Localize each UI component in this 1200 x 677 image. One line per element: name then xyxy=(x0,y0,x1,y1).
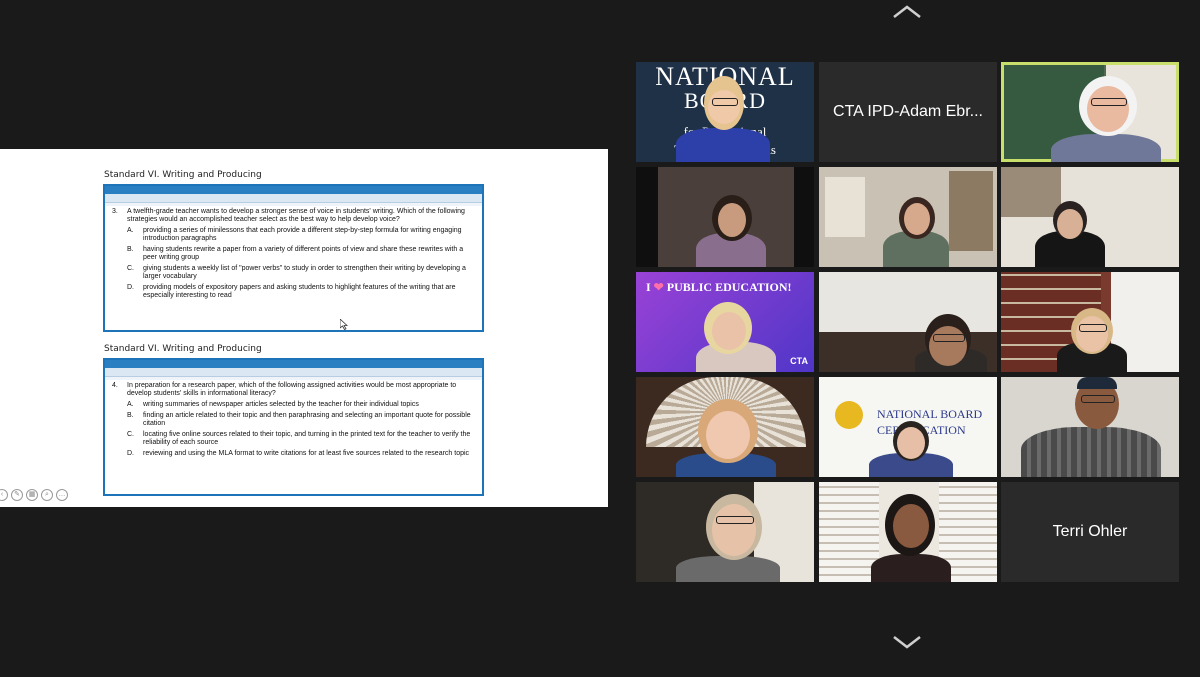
video-tile-active-speaker[interactable] xyxy=(1001,62,1179,162)
shared-screen-slide: Standard VI. Writing and Producing 3. A … xyxy=(0,149,608,507)
nb-certification-logo xyxy=(835,401,863,429)
more-options-icon[interactable]: … xyxy=(56,489,68,501)
chevron-down-icon xyxy=(893,636,921,649)
video-tile-participant[interactable] xyxy=(636,377,814,477)
public-education-banner: I ❤ PUBLIC EDUCATION! xyxy=(646,280,792,295)
slide-toolbar: ‹ ✎ ▦ ⌕ … xyxy=(0,489,68,501)
chevron-up-icon xyxy=(893,5,921,18)
slides-grid-icon[interactable]: ▦ xyxy=(26,489,38,501)
answer-option: C. locating five online sources related t… xyxy=(127,431,471,446)
banner-prefix: I xyxy=(646,280,651,294)
scroll-gallery-up-button[interactable] xyxy=(891,4,923,20)
heart-icon: ❤ xyxy=(653,280,664,294)
video-tile-participant[interactable] xyxy=(636,167,814,267)
video-tile-participant[interactable] xyxy=(819,272,997,372)
question-box: 4. In preparation for a research paper, … xyxy=(103,358,484,496)
question-number: 3. xyxy=(112,208,118,215)
video-tile-adam[interactable]: CTA IPD-Adam Ebr... xyxy=(819,62,997,162)
video-tile-public-education[interactable]: I ❤ PUBLIC EDUCATION! CTA xyxy=(636,272,814,372)
standard-heading: Standard VI. Writing and Producing xyxy=(104,344,262,354)
video-tile-participant[interactable] xyxy=(819,482,997,582)
annotate-icon[interactable]: ✎ xyxy=(11,489,23,501)
mouse-cursor-icon xyxy=(339,317,349,335)
nb-certification-text: NATIONAL BOARD xyxy=(877,407,983,421)
answer-option: B. having students rewrite a paper from a… xyxy=(127,246,464,261)
scroll-gallery-down-button[interactable] xyxy=(891,634,923,650)
video-tile-participant[interactable] xyxy=(1001,167,1179,267)
question-text: In preparation for a research paper, whi… xyxy=(127,382,457,397)
question-number: 4. xyxy=(112,382,118,389)
question-text: A twelfth-grade teacher wants to develop… xyxy=(127,208,465,223)
answer-option: D. providing models of expository papers … xyxy=(127,284,456,299)
video-tile-participant[interactable] xyxy=(1001,272,1179,372)
answer-option: D. reviewing and using the MLA format to … xyxy=(127,450,470,457)
question-stem: 4. In preparation for a research paper, … xyxy=(105,380,482,398)
cta-logo: CTA xyxy=(790,356,808,366)
answer-option: B. finding an article related to their to… xyxy=(127,412,471,427)
question-stem: 3. A twelfth-grade teacher wants to deve… xyxy=(105,206,482,224)
video-tile-terri[interactable]: Terri Ohler xyxy=(1001,482,1179,582)
video-tile-nb-certification[interactable]: NATIONAL BOARD CERTIFICATION xyxy=(819,377,997,477)
video-tile-nb-presenter[interactable]: NATIONAL BOARD for Professional Teaching… xyxy=(636,62,814,162)
previous-slide-icon[interactable]: ‹ xyxy=(0,489,8,501)
participant-name: CTA IPD-Adam Ebr... xyxy=(833,103,983,120)
answer-option: C. giving students a weekly list of "powe… xyxy=(127,265,466,280)
participant-name: Terri Ohler xyxy=(1052,523,1128,540)
question-box: 3. A twelfth-grade teacher wants to deve… xyxy=(103,184,484,332)
answer-option: A. writing summaries of newspaper article… xyxy=(127,401,419,408)
zoom-icon[interactable]: ⌕ xyxy=(41,489,53,501)
banner-text: PUBLIC EDUCATION! xyxy=(666,280,792,294)
video-tile-participant[interactable] xyxy=(819,167,997,267)
video-tile-participant[interactable] xyxy=(1001,377,1179,477)
video-tile-participant[interactable] xyxy=(636,482,814,582)
answer-option: A. providing a series of minilessons that… xyxy=(127,227,462,242)
standard-heading: Standard VI. Writing and Producing xyxy=(104,170,262,180)
